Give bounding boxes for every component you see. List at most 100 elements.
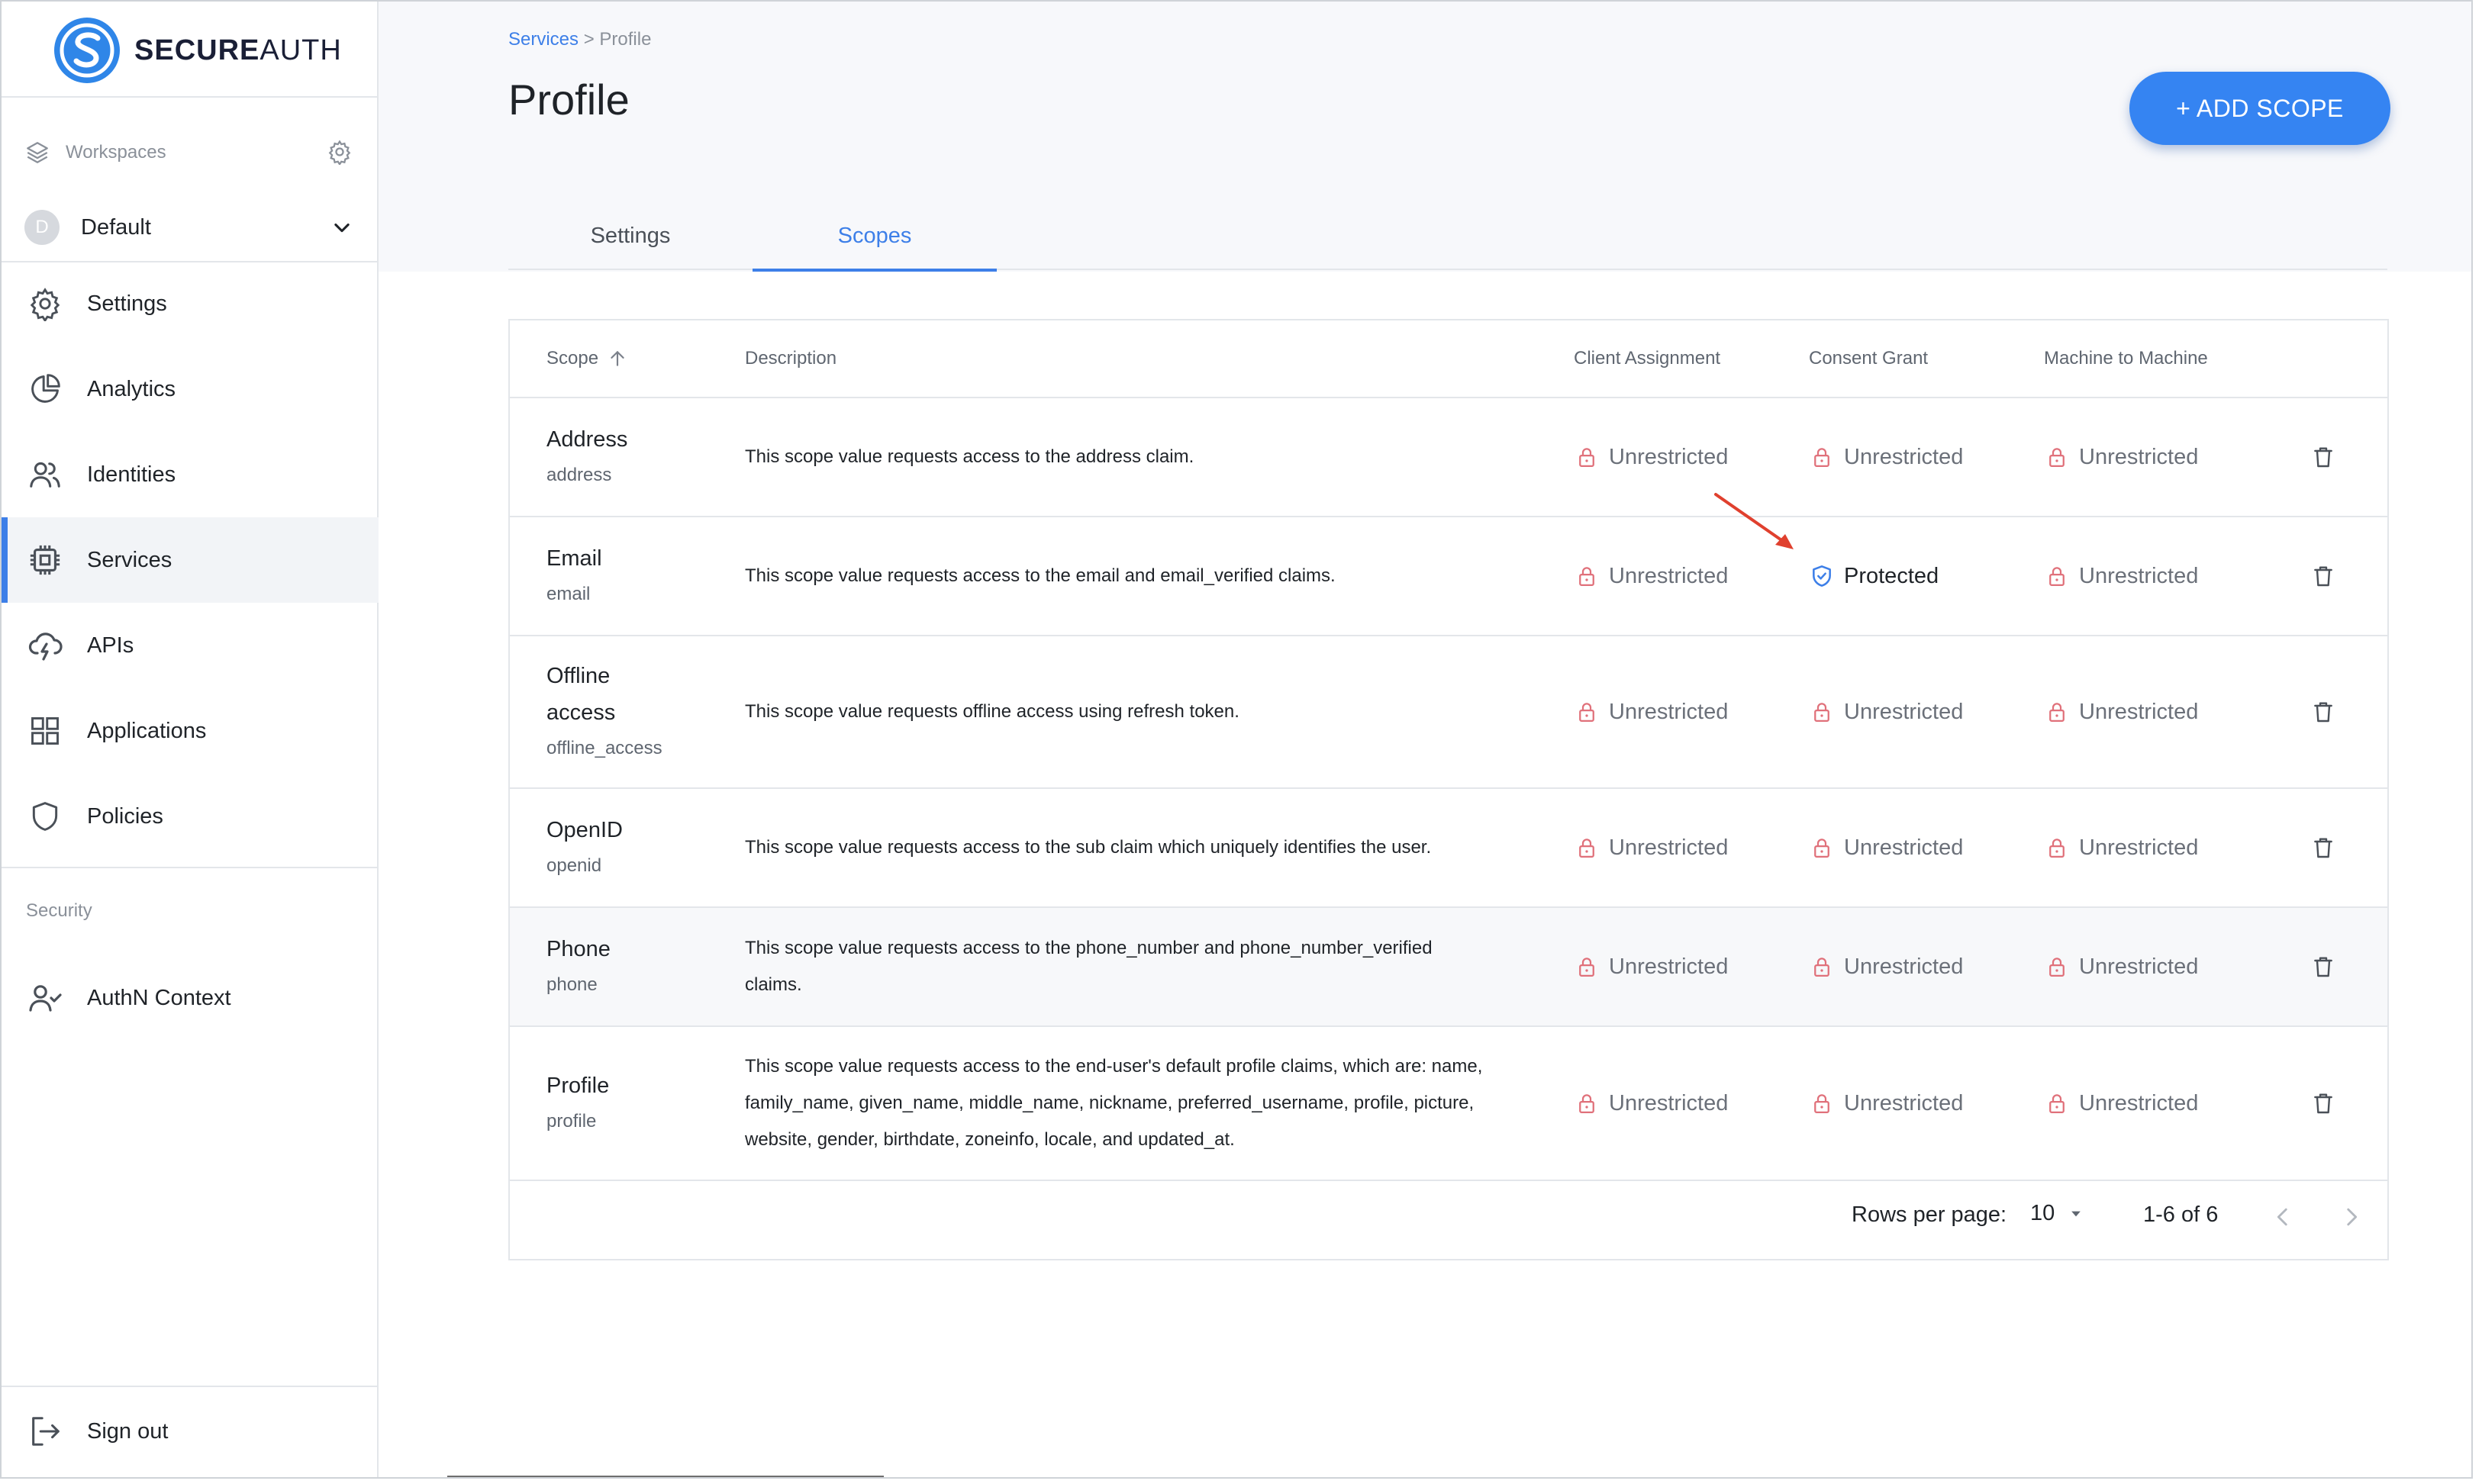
status-unrestricted[interactable]: Unrestricted <box>2044 444 2198 470</box>
rows-per-page-value: 10 <box>2030 1201 2055 1225</box>
scope-name: Email <box>546 546 602 571</box>
status-unrestricted[interactable]: Unrestricted <box>1809 954 1963 980</box>
lock-icon <box>2049 1094 2065 1113</box>
trash-icon[interactable] <box>2311 700 2335 724</box>
sidebar-item-services[interactable]: Services <box>2 517 379 603</box>
table-row[interactable]: Offline access offline_access This scope… <box>510 636 2387 789</box>
status-unrestricted[interactable]: Unrestricted <box>1809 835 1963 861</box>
status-unrestricted[interactable]: Unrestricted <box>1574 1090 1728 1116</box>
delete-cell <box>2311 908 2335 1025</box>
workspaces-header: Workspaces <box>24 136 353 169</box>
status-label: Unrestricted <box>2079 954 2199 979</box>
consent-status-cell: Unrestricted <box>1809 398 1963 516</box>
next-page-icon[interactable] <box>2339 1204 2364 1230</box>
add-scope-button[interactable]: + ADD SCOPE <box>2129 72 2390 145</box>
scrollbar-thumb[interactable] <box>447 1476 884 1477</box>
status-unrestricted[interactable]: Unrestricted <box>1574 954 1728 980</box>
table-row[interactable]: Profile profile This scope value request… <box>510 1027 2387 1181</box>
user-check-icon <box>29 985 62 1012</box>
lock-icon <box>2049 703 2065 722</box>
sidebar-item-analytics[interactable]: Analytics <box>2 346 379 432</box>
workspace-settings-gear-icon[interactable] <box>327 139 353 165</box>
workspace-selector[interactable]: D Default <box>24 208 353 247</box>
lock-icon <box>1814 839 1829 858</box>
status-unrestricted[interactable]: Unrestricted <box>1574 699 1728 725</box>
status-unrestricted[interactable]: Unrestricted <box>2044 954 2198 980</box>
sidebar-item-settings[interactable]: Settings <box>2 261 379 346</box>
scope-id: offline_access <box>546 738 662 758</box>
column-header-scope[interactable]: Scope <box>546 320 627 397</box>
scope-name: Profile <box>546 1074 610 1098</box>
m2m-status-cell: Unrestricted <box>2044 908 2198 1025</box>
status-unrestricted[interactable]: Unrestricted <box>1574 835 1728 861</box>
tab-settings[interactable]: Settings <box>508 201 753 270</box>
status-label: Unrestricted <box>1609 954 1729 979</box>
workspaces-label: Workspaces <box>66 142 166 163</box>
page-title: Profile <box>508 76 630 124</box>
sidebar-item-label: Identities <box>87 462 176 487</box>
scope-description: This scope value requests offline access… <box>745 701 1239 722</box>
rows-per-page-select[interactable]: 10 <box>2030 1201 2084 1226</box>
status-label: Protected <box>1844 563 1939 588</box>
m2m-status-cell: Unrestricted <box>2044 636 2198 787</box>
section-label-security: Security <box>26 900 92 921</box>
status-unrestricted[interactable]: Unrestricted <box>2044 563 2198 589</box>
sort-arrow-up-icon[interactable] <box>608 349 627 369</box>
sidebar-item-authn-context[interactable]: AuthN Context <box>2 955 379 1041</box>
shield-check-icon <box>1813 565 1831 587</box>
status-unrestricted[interactable]: Unrestricted <box>2044 835 2198 861</box>
divider <box>2 1386 379 1387</box>
workspace-name: Default <box>81 214 151 240</box>
trash-icon[interactable] <box>2311 445 2335 469</box>
status-label: Unrestricted <box>2079 1090 2199 1115</box>
secureauth-logo-icon <box>54 18 120 83</box>
sidebar-item-policies[interactable]: Policies <box>2 774 379 859</box>
sign-out-button[interactable]: Sign out <box>2 1389 379 1474</box>
previous-page-icon[interactable] <box>2270 1204 2296 1230</box>
status-unrestricted[interactable]: Unrestricted <box>1809 1090 1963 1116</box>
trash-icon[interactable] <box>2311 954 2335 979</box>
tab-scopes[interactable]: Scopes <box>753 201 997 272</box>
table-pagination: Rows per page: 10 1-6 of 6 <box>510 1180 2387 1259</box>
table-row[interactable]: OpenID openid This scope value requests … <box>510 789 2387 908</box>
scope-description: This scope value requests access to the … <box>745 837 1432 858</box>
consent-status-cell: Protected <box>1809 517 1939 635</box>
scope-id: phone <box>546 974 598 995</box>
delete-cell <box>2311 398 2335 516</box>
status-label: Unrestricted <box>1844 954 1964 979</box>
sidebar-item-label: APIs <box>87 633 134 658</box>
status-protected[interactable]: Protected <box>1809 563 1939 589</box>
scope-name: OpenID <box>546 818 623 842</box>
lock-icon <box>1814 1094 1829 1113</box>
sidebar-item-apis[interactable]: APIs <box>2 603 379 688</box>
sidebar-item-applications[interactable]: Applications <box>2 688 379 774</box>
status-unrestricted[interactable]: Unrestricted <box>1809 699 1963 725</box>
sidebar-item-label: Applications <box>87 718 207 743</box>
secureauth-logo[interactable]: SECUREAUTH <box>52 15 342 85</box>
column-header-client-assignment: Client Assignment <box>1574 348 1721 369</box>
m2m-status-cell: Unrestricted <box>2044 789 2198 906</box>
lock-icon <box>1814 448 1829 467</box>
trash-icon[interactable] <box>2311 564 2335 588</box>
client-status-cell: Unrestricted <box>1574 517 1728 635</box>
lock-icon <box>2049 448 2065 467</box>
trash-icon[interactable] <box>2311 1091 2335 1115</box>
status-unrestricted[interactable]: Unrestricted <box>2044 1090 2198 1116</box>
gear-icon <box>30 288 60 321</box>
status-unrestricted[interactable]: Unrestricted <box>1574 444 1728 470</box>
table-row[interactable]: Phone phone This scope value requests ac… <box>510 908 2387 1027</box>
status-unrestricted[interactable]: Unrestricted <box>2044 699 2198 725</box>
table-row[interactable]: Address address This scope value request… <box>510 398 2387 517</box>
status-unrestricted[interactable]: Unrestricted <box>1574 563 1728 589</box>
status-label: Unrestricted <box>2079 444 2199 469</box>
status-label: Unrestricted <box>1609 563 1729 588</box>
lock-icon <box>1814 703 1829 722</box>
status-unrestricted[interactable]: Unrestricted <box>1809 444 1963 470</box>
table-row[interactable]: Email email This scope value requests ac… <box>510 517 2387 636</box>
scope-description: This scope value requests access to the … <box>745 446 1194 467</box>
breadcrumb-link-services[interactable]: Services <box>508 29 579 50</box>
trash-icon[interactable] <box>2311 835 2335 860</box>
sidebar-item-identities[interactable]: Identities <box>2 432 379 517</box>
breadcrumb: Services > Profile <box>508 29 651 50</box>
status-label: Unrestricted <box>2079 835 2199 860</box>
